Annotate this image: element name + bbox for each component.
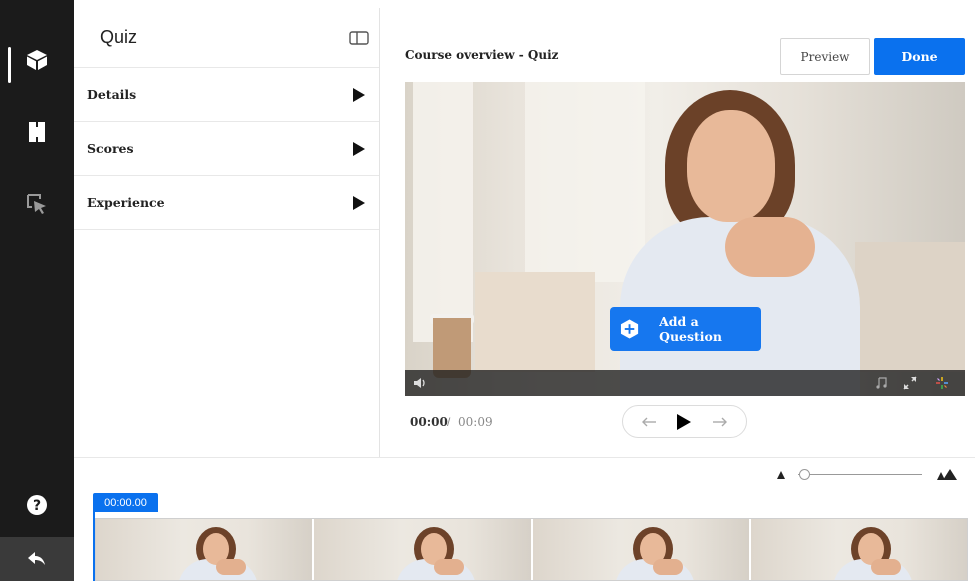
coffee-cup [433,318,471,378]
video-player[interactable]: Add a Question [405,82,965,396]
timeline-zoom-slider[interactable] [776,466,960,484]
background-window [525,82,645,282]
book-icon [29,122,45,142]
person-face [687,110,775,222]
background-shelf [855,242,965,372]
current-time: 00:00 [410,415,448,429]
background-shelf [475,272,595,372]
rail-help-item[interactable]: ? [0,480,74,530]
rail-quiz-item[interactable] [0,35,74,85]
timeline-divider [74,457,975,458]
help-icon: ? [27,495,47,515]
add-question-button[interactable]: Add a Question [610,307,761,351]
panel-header: Quiz [74,8,379,68]
filmstrip-frame [750,519,967,580]
zoom-knob[interactable] [799,469,811,480]
panel-toggle-icon[interactable] [349,30,369,46]
panel-item-scores[interactable]: Scores [74,122,379,176]
quiz-settings-panel: Quiz Details Scores Experience [74,8,380,458]
rail-back-button[interactable] [0,537,74,581]
panel-item-experience[interactable]: Experience [74,176,379,230]
rail-interactions-item[interactable] [0,179,74,229]
panel-item-label: Details [87,87,137,102]
cursor-select-icon [27,194,46,214]
expand-arrow-icon [353,195,365,210]
panel-item-label: Experience [87,195,165,210]
filmstrip-frame [314,519,533,580]
zoom-out-icon[interactable] [776,470,786,480]
timeline-filmstrip[interactable] [95,518,968,581]
music-note-icon[interactable] [875,377,887,389]
person-hands [725,217,815,277]
left-rail: ? [0,0,74,581]
rail-chapters-item[interactable] [0,107,74,157]
total-time: 00:09 [458,415,493,429]
sparkle-icon[interactable] [935,376,949,390]
filmstrip-frame [532,519,751,580]
back-arrow-icon [28,552,45,565]
fullscreen-icon[interactable] [903,376,917,390]
frame-person-hand [216,559,246,575]
video-control-bar [405,370,965,396]
step-forward-arrow-icon[interactable] [712,416,728,428]
zoom-track[interactable] [798,474,922,475]
step-back-arrow-icon[interactable] [641,416,657,428]
expand-arrow-icon [353,87,365,102]
frame-person-hand [652,559,683,575]
video-title: Course overview - Quiz [405,48,559,62]
panel-item-label: Scores [87,141,134,156]
filmstrip-frame [96,519,315,580]
volume-icon[interactable] [414,377,428,389]
preview-button[interactable]: Preview [780,38,870,75]
plus-hexagon-icon [620,319,639,339]
frame-person-hand [870,559,901,575]
cube-icon [27,50,47,70]
zoom-in-icon[interactable] [936,468,958,481]
panel-title: Quiz [100,27,138,47]
app-window: ? Quiz Details Scores Experience Course … [0,0,975,581]
background-window [413,82,473,342]
play-icon[interactable] [676,413,692,431]
frame-person-hand [434,559,465,575]
panel-item-details[interactable]: Details [74,68,379,122]
time-separator: / [447,415,451,429]
expand-arrow-icon [353,141,365,156]
svg-text:?: ? [33,498,41,514]
playback-controls [622,405,747,438]
done-button[interactable]: Done [874,38,965,75]
add-question-label: Add a Question [659,314,722,344]
playhead-timecode: 00:00.00 [93,493,158,512]
